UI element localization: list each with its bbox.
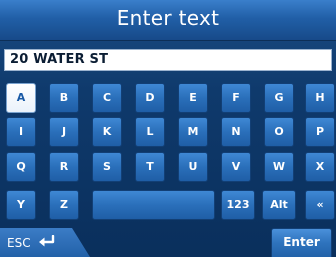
text-input-value: 20 WATER ST [10, 52, 109, 67]
key-c[interactable]: C [92, 83, 122, 113]
key-x[interactable]: X [305, 152, 335, 182]
key-o[interactable]: O [264, 117, 294, 147]
title-bar: Enter text [0, 0, 336, 41]
space-key[interactable] [92, 190, 215, 220]
key-a[interactable]: A [6, 83, 36, 113]
key-h[interactable]: H [305, 83, 335, 113]
esc-label: ESC [7, 236, 31, 250]
esc-button[interactable]: ESC [0, 228, 90, 257]
return-arrow-icon [39, 235, 55, 247]
keyboard-screen: Enter text 20 WATER ST A B C D E F G H I… [0, 0, 336, 257]
key-r[interactable]: R [49, 152, 79, 182]
enter-button[interactable]: Enter [271, 228, 332, 257]
key-t[interactable]: T [135, 152, 165, 182]
key-y[interactable]: Y [6, 190, 36, 220]
backspace-key[interactable]: « [305, 190, 335, 220]
key-g[interactable]: G [264, 83, 294, 113]
text-input[interactable]: 20 WATER ST [4, 49, 332, 71]
key-j[interactable]: J [49, 117, 79, 147]
key-l[interactable]: L [135, 117, 165, 147]
alt-key[interactable]: Alt [262, 190, 296, 220]
key-n[interactable]: N [221, 117, 251, 147]
key-s[interactable]: S [92, 152, 122, 182]
bottom-bar: ESC Enter [0, 228, 336, 257]
key-p[interactable]: P [305, 117, 335, 147]
key-e[interactable]: E [178, 83, 208, 113]
key-d[interactable]: D [135, 83, 165, 113]
numeric-key[interactable]: 123 [221, 190, 255, 220]
key-u[interactable]: U [178, 152, 208, 182]
key-m[interactable]: M [178, 117, 208, 147]
key-q[interactable]: Q [6, 152, 36, 182]
key-k[interactable]: K [92, 117, 122, 147]
key-w[interactable]: W [264, 152, 294, 182]
key-b[interactable]: B [49, 83, 79, 113]
page-title: Enter text [116, 6, 220, 30]
key-f[interactable]: F [221, 83, 251, 113]
key-i[interactable]: I [6, 117, 36, 147]
key-z[interactable]: Z [49, 190, 79, 220]
key-v[interactable]: V [221, 152, 251, 182]
